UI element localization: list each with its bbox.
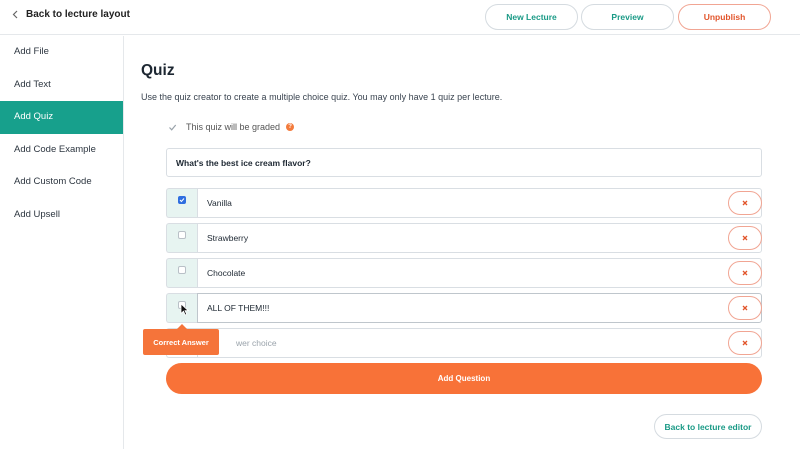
remove-answer-button[interactable] xyxy=(728,226,762,250)
question-input[interactable]: What's the best ice cream flavor? xyxy=(166,148,762,177)
add-question-button[interactable]: Add Question xyxy=(166,363,762,394)
correct-answer-tooltip: Correct Answer xyxy=(143,324,219,355)
graded-option[interactable]: This quiz will be graded ? xyxy=(168,122,295,132)
help-icon[interactable]: ? xyxy=(286,123,295,131)
graded-label: This quiz will be graded xyxy=(186,122,281,132)
check-icon xyxy=(169,124,177,131)
answer-text: Strawberry xyxy=(207,233,249,243)
top-bar: Back to lecture layout New Lecture Previ… xyxy=(0,0,800,35)
close-icon xyxy=(742,235,748,241)
new-answer-input[interactable]: wer choice xyxy=(197,328,762,358)
quiz-description: Use the quiz creator to create a multipl… xyxy=(141,92,503,102)
sidebar-item-add-custom-code[interactable]: Add Custom Code xyxy=(0,166,123,199)
checkbox-checked[interactable] xyxy=(178,196,186,204)
answer-input[interactable]: ALL OF THEM!!! xyxy=(197,293,762,323)
close-icon xyxy=(742,305,748,311)
sidebar: Add File Add Text Add Quiz Add Code Exam… xyxy=(0,36,124,449)
answer-placeholder: wer choice xyxy=(236,338,277,348)
graded-checkbox[interactable] xyxy=(168,123,177,132)
answer-text: ALL OF THEM!!! xyxy=(207,303,270,313)
unpublish-button[interactable]: Unpublish xyxy=(678,4,771,30)
remove-answer-button[interactable] xyxy=(728,296,762,320)
checkbox[interactable] xyxy=(178,231,186,239)
correct-answer-toggle[interactable] xyxy=(166,188,197,218)
answer-input[interactable]: Strawberry xyxy=(197,223,762,253)
sidebar-item-add-file[interactable]: Add File xyxy=(0,36,123,69)
mouse-pointer-icon xyxy=(180,303,189,316)
back-to-editor-button[interactable]: Back to lecture editor xyxy=(654,414,762,439)
answer-input[interactable]: Vanilla xyxy=(197,188,762,218)
answer-text: Chocolate xyxy=(207,268,246,278)
back-to-layout-label: Back to lecture layout xyxy=(26,9,130,20)
sidebar-item-add-upsell[interactable]: Add Upsell xyxy=(0,199,123,232)
check-icon xyxy=(179,198,185,203)
quiz-editor: Quiz Use the quiz creator to create a mu… xyxy=(125,36,800,449)
page-title: Quiz xyxy=(141,62,175,79)
correct-answer-toggle[interactable] xyxy=(166,223,197,253)
back-to-layout-link[interactable]: Back to lecture layout xyxy=(12,9,130,20)
answer-row: Vanilla xyxy=(166,188,762,218)
new-lecture-button[interactable]: New Lecture xyxy=(485,4,578,30)
answer-row: ALL OF THEM!!! xyxy=(166,293,762,323)
correct-answer-toggle[interactable] xyxy=(166,258,197,288)
close-icon xyxy=(742,200,748,206)
answer-row: wer choice xyxy=(166,328,762,358)
answer-row: Strawberry xyxy=(166,223,762,253)
answer-input[interactable]: Chocolate xyxy=(197,258,762,288)
sidebar-item-add-text[interactable]: Add Text xyxy=(0,69,123,102)
chevron-left-icon xyxy=(12,10,18,19)
sidebar-item-add-quiz[interactable]: Add Quiz xyxy=(0,101,123,134)
remove-answer-button[interactable] xyxy=(728,261,762,285)
close-icon xyxy=(742,270,748,276)
sidebar-item-add-code-example[interactable]: Add Code Example xyxy=(0,134,123,167)
close-icon xyxy=(742,340,748,346)
checkbox[interactable] xyxy=(178,266,186,274)
remove-answer-button[interactable] xyxy=(728,331,762,355)
answer-text: Vanilla xyxy=(207,198,232,208)
remove-answer-button[interactable] xyxy=(728,191,762,215)
answer-row: Chocolate xyxy=(166,258,762,288)
preview-button[interactable]: Preview xyxy=(581,4,674,30)
